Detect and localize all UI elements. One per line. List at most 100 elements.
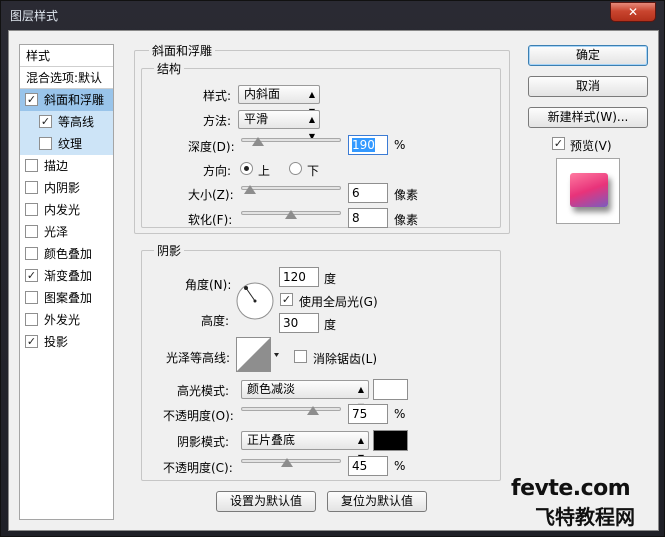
layer-style-dialog: 图层样式 ✕ 样式 混合选项:默认 ✓ 斜面和浮雕 ✓ 等高线纹理描边内阴影内发光光泽… xyxy=(0,0,665,537)
highlight-opacity-thumb[interactable] xyxy=(307,406,319,415)
depth-slider[interactable] xyxy=(241,136,341,146)
technique-select[interactable]: 平滑 ▲ ▼ xyxy=(238,110,320,141)
style-item[interactable]: 图案叠加 xyxy=(20,287,113,309)
dialog-client: 样式 混合选项:默认 ✓ 斜面和浮雕 ✓ 等高线纹理描边内阴影内发光光泽颜色叠加 ✓ 渐变… xyxy=(8,30,659,531)
style-item-label: 渐变叠加 xyxy=(44,269,93,283)
style-item[interactable]: 纹理 xyxy=(20,133,113,155)
soften-input[interactable]: 8 xyxy=(348,208,388,228)
window-title: 图层样式 xyxy=(10,9,59,23)
style-item[interactable]: 外发光 xyxy=(20,309,113,331)
style-item-label: 图案叠加 xyxy=(44,291,93,305)
direction-down-radio[interactable] xyxy=(289,162,302,175)
shadow-opacity-thumb[interactable] xyxy=(281,458,293,467)
preview-checkbox[interactable]: ✓ xyxy=(552,137,565,150)
style-item-label: 外发光 xyxy=(44,313,81,327)
bevel-emboss-title: 斜面和浮雕 xyxy=(149,42,216,59)
style-item-checkbox[interactable]: ✓ xyxy=(25,93,38,106)
anti-alias-label: 消除锯齿(L) xyxy=(313,352,378,366)
depth-input[interactable]: 190 xyxy=(348,135,388,155)
style-item-checkbox[interactable] xyxy=(25,225,38,238)
altitude-input[interactable]: 30 xyxy=(279,313,319,333)
styles-list: 样式 混合选项:默认 ✓ 斜面和浮雕 ✓ 等高线纹理描边内阴影内发光光泽颜色叠加 ✓ 渐变… xyxy=(19,44,114,520)
size-slider[interactable] xyxy=(241,184,341,194)
highlight-mode-select[interactable]: 颜色减淡 ▲▼ xyxy=(241,380,369,411)
style-item-checkbox[interactable] xyxy=(25,313,38,326)
style-item-checkbox[interactable] xyxy=(39,137,52,150)
shadow-opacity-input[interactable]: 45 xyxy=(348,456,388,476)
soften-slider[interactable] xyxy=(241,209,341,219)
styles-header[interactable]: 样式 xyxy=(20,45,113,67)
shading-title: 阴影 xyxy=(154,242,185,259)
highlight-opacity-input[interactable]: 75 xyxy=(348,404,388,424)
style-item[interactable]: 内发光 xyxy=(20,199,113,221)
style-item-checkbox[interactable] xyxy=(25,181,38,194)
style-item[interactable]: 描边 xyxy=(20,155,113,177)
technique-label: 方法: xyxy=(203,114,232,128)
style-item-label: 纹理 xyxy=(58,137,83,151)
style-item-checkbox[interactable]: ✓ xyxy=(39,115,52,128)
reset-default-button[interactable]: 复位为默认值 xyxy=(327,491,427,512)
shadow-mode-select[interactable]: 正片叠底 ▲▼ xyxy=(241,431,369,462)
direction-down-label: 下 xyxy=(307,164,320,178)
gloss-contour-picker[interactable] xyxy=(236,337,280,373)
global-light-label: 使用全局光(G) xyxy=(299,295,378,309)
direction-up-radio[interactable] xyxy=(240,162,253,175)
style-item-checkbox[interactable]: ✓ xyxy=(25,269,38,282)
highlight-mode-label: 高光模式: xyxy=(177,384,230,398)
ok-button[interactable]: 确定 xyxy=(528,45,648,66)
style-item-label: 等高线 xyxy=(58,115,95,129)
blend-options-item[interactable]: 混合选项:默认 xyxy=(20,67,113,89)
style-item[interactable]: 颜色叠加 xyxy=(20,243,113,265)
global-light-checkbox[interactable]: ✓ xyxy=(280,293,293,306)
size-slider-thumb[interactable] xyxy=(244,185,256,194)
angle-label: 角度(N): xyxy=(185,278,232,292)
style-item-checkbox[interactable] xyxy=(25,203,38,216)
highlight-color-swatch[interactable] xyxy=(373,379,408,400)
style-item-checkbox[interactable] xyxy=(25,159,38,172)
size-input[interactable]: 6 xyxy=(348,183,388,203)
style-item-label: 斜面和浮雕 xyxy=(44,93,105,107)
depth-label: 深度(D): xyxy=(188,140,235,154)
angle-dial[interactable] xyxy=(235,281,275,321)
style-item[interactable]: ✓ 渐变叠加 xyxy=(20,265,113,287)
style-item[interactable]: ✓ 投影 xyxy=(20,331,113,353)
shadow-color-swatch[interactable] xyxy=(373,430,408,451)
angle-input[interactable]: 120 xyxy=(279,267,319,287)
highlight-opacity-unit: % xyxy=(394,407,406,421)
style-item[interactable]: ✓ 斜面和浮雕 xyxy=(20,89,113,111)
soften-slider-thumb[interactable] xyxy=(285,210,297,219)
style-item-checkbox[interactable] xyxy=(25,247,38,260)
close-button[interactable]: ✕ xyxy=(610,2,656,22)
dropdown-triangle-icon xyxy=(274,353,279,357)
gloss-contour-label: 光泽等高线: xyxy=(166,351,231,365)
style-select-value: 内斜面 xyxy=(244,87,281,101)
altitude-label: 高度: xyxy=(201,314,230,328)
title-bar[interactable]: 图层样式 ✕ xyxy=(1,1,665,29)
new-style-button[interactable]: 新建样式(W)... xyxy=(528,107,648,128)
style-item-checkbox[interactable]: ✓ xyxy=(25,335,38,348)
style-item-checkbox[interactable] xyxy=(25,291,38,304)
style-item[interactable]: 内阴影 xyxy=(20,177,113,199)
depth-unit: % xyxy=(394,138,406,152)
highlight-opacity-slider[interactable] xyxy=(241,405,341,415)
style-item-label: 内阴影 xyxy=(44,181,81,195)
style-item[interactable]: 光泽 xyxy=(20,221,113,243)
shadow-opacity-slider[interactable] xyxy=(241,457,341,467)
anti-alias-checkbox[interactable] xyxy=(294,350,307,363)
soften-unit: 像素 xyxy=(394,213,419,227)
style-item[interactable]: ✓ 等高线 xyxy=(20,111,113,133)
watermark-site-name: 飞特教程网 xyxy=(535,505,635,529)
style-label: 样式: xyxy=(203,89,232,103)
watermark-domain: fevte.com xyxy=(511,476,631,501)
cancel-button[interactable]: 取消 xyxy=(528,76,648,97)
technique-select-value: 平滑 xyxy=(244,112,269,126)
style-item-label: 内发光 xyxy=(44,203,81,217)
style-select[interactable]: 内斜面 ▲▼ xyxy=(238,85,320,116)
style-item-label: 颜色叠加 xyxy=(44,247,93,261)
shadow-mode-value: 正片叠底 xyxy=(247,433,296,447)
highlight-mode-value: 颜色减淡 xyxy=(247,382,296,396)
preview-label: 预览(V) xyxy=(570,139,612,153)
depth-slider-thumb[interactable] xyxy=(252,137,264,146)
style-item-label: 投影 xyxy=(44,335,69,349)
make-default-button[interactable]: 设置为默认值 xyxy=(216,491,316,512)
